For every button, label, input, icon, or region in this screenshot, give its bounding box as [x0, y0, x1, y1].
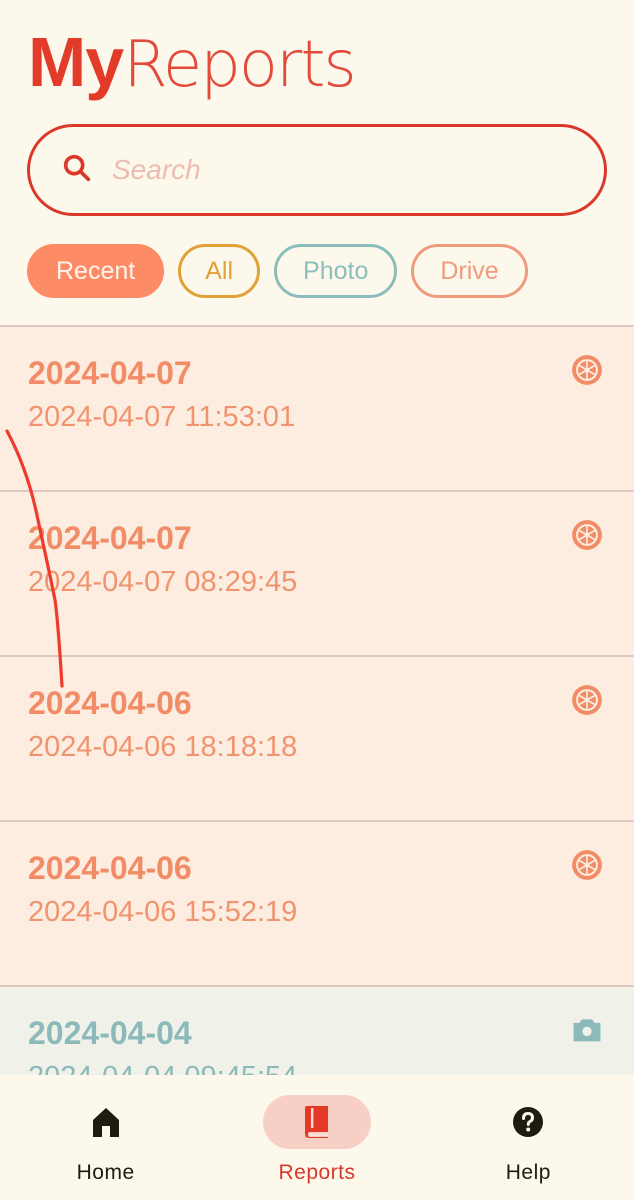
report-row[interactable]: 2024-04-06 2024-04-06 18:18:18: [0, 657, 634, 822]
nav-pill-help: [474, 1095, 582, 1149]
report-row[interactable]: 2024-04-07 2024-04-07 08:29:45: [0, 492, 634, 657]
report-date: 2024-04-07: [28, 355, 192, 391]
nav-label-help: Help: [505, 1161, 551, 1184]
filter-chip-photo[interactable]: Photo: [274, 244, 398, 298]
report-date: 2024-04-06: [28, 850, 192, 886]
page-title: MyReports: [28, 22, 357, 105]
report-datetime: 2024-04-06 18:18:18: [28, 731, 298, 763]
report-date: 2024-04-07: [28, 520, 192, 556]
home-icon: [92, 1108, 119, 1137]
nav-item-reports[interactable]: Reports: [211, 1075, 422, 1200]
filter-chip-drive[interactable]: Drive: [411, 244, 528, 298]
report-date: 2024-04-04: [28, 1015, 192, 1051]
camera-icon: [573, 1019, 601, 1042]
book-icon: [304, 1106, 328, 1138]
search-icon: [60, 151, 94, 190]
filter-chip-recent[interactable]: Recent: [27, 244, 165, 298]
bottom-navigation: Home Reports Help: [0, 1075, 634, 1200]
page-title-reports: Reports: [123, 28, 356, 102]
nav-label-home: Home: [76, 1161, 135, 1184]
nav-item-home[interactable]: Home: [0, 1075, 211, 1200]
page-title-my: My: [28, 23, 124, 101]
report-row[interactable]: 2024-04-04 2024-04-04 09:45:54: [0, 987, 634, 1075]
report-datetime: 2024-04-07 08:29:45: [28, 566, 298, 598]
nav-pill-home: [52, 1095, 160, 1149]
wheel-icon: [572, 685, 602, 715]
wheel-icon: [572, 850, 602, 880]
report-row[interactable]: 2024-04-07 2024-04-07 11:53:01: [0, 327, 634, 492]
report-datetime: 2024-04-07 11:53:01: [28, 401, 296, 433]
reports-list[interactable]: 2024-04-07 2024-04-07 11:53:01 2024-04-0…: [0, 325, 634, 1075]
nav-pill-reports: [262, 1095, 371, 1149]
filter-chip-all[interactable]: All: [178, 244, 261, 298]
nav-item-help[interactable]: Help: [423, 1075, 634, 1200]
report-datetime: 2024-04-04 09:45:54: [28, 1061, 297, 1075]
report-row[interactable]: 2024-04-06 2024-04-06 15:52:19: [0, 822, 634, 987]
help-icon: [513, 1107, 544, 1137]
report-date: 2024-04-06: [28, 685, 192, 721]
search-bar[interactable]: [27, 124, 607, 216]
wheel-icon: [572, 520, 602, 550]
report-datetime: 2024-04-06 15:52:19: [28, 896, 298, 928]
nav-label-reports: Reports: [278, 1161, 356, 1184]
filter-chips: Recent All Photo Drive: [27, 244, 528, 298]
search-input[interactable]: [112, 154, 552, 186]
wheel-icon: [572, 355, 602, 385]
